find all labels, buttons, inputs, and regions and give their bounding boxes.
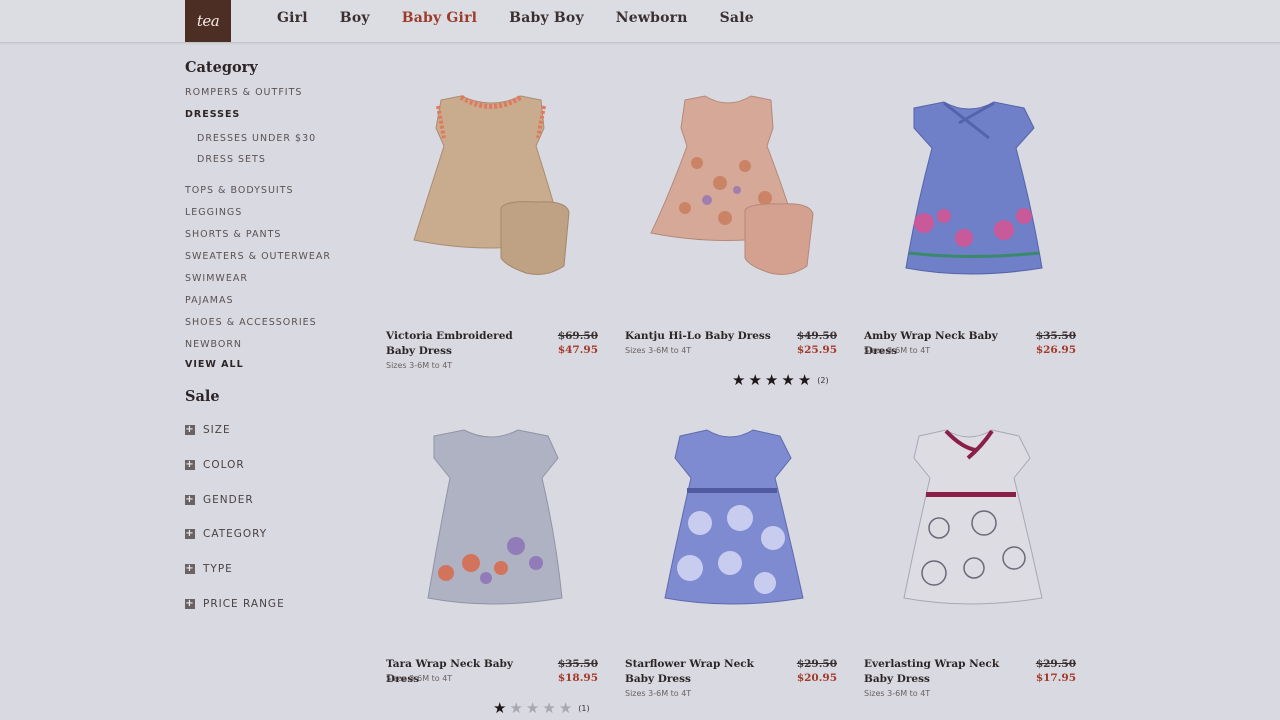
- nav-sale[interactable]: Sale: [720, 10, 754, 26]
- star-icon: ★: [558, 699, 573, 717]
- sale-price: $17.95: [1035, 672, 1076, 684]
- star-icon: ★: [764, 371, 779, 389]
- review-count: (2): [817, 376, 829, 385]
- star-rating[interactable]: ★ ★ ★ ★ ★ (2): [732, 373, 829, 388]
- original-price: $35.50: [1035, 330, 1076, 342]
- nav-baby-girl[interactable]: Baby Girl: [402, 10, 477, 26]
- nav-newborn[interactable]: Newborn: [616, 10, 688, 26]
- star-icon: ★: [542, 699, 556, 717]
- product-card[interactable]: Tara Wrap Neck Baby Dress $35.50 $18.95 …: [386, 418, 598, 718]
- category-sweaters-outerwear[interactable]: SWEATERS & OUTERWEAR: [185, 251, 331, 262]
- facet-label: TYPE: [203, 563, 233, 575]
- category-pajamas[interactable]: PAJAMAS: [185, 295, 233, 306]
- tea-logo[interactable]: tea: [185, 0, 231, 42]
- facet-label: COLOR: [203, 459, 245, 471]
- star-icon: ★: [797, 371, 812, 389]
- category-dresses[interactable]: DRESSES: [185, 109, 240, 120]
- sale-price: $25.95: [796, 344, 837, 356]
- star-icon: ★: [781, 371, 795, 389]
- star-icon: ★: [509, 699, 523, 717]
- category-shorts-pants[interactable]: SHORTS & PANTS: [185, 229, 281, 240]
- star-icon: ★: [525, 699, 540, 717]
- review-count: (1): [578, 704, 590, 713]
- nav-boy[interactable]: Boy: [340, 10, 370, 26]
- floral-dress-icon: [650, 95, 814, 275]
- nav-baby-boy[interactable]: Baby Boy: [509, 10, 584, 26]
- category-dresses-under-30[interactable]: DRESSES UNDER $30: [197, 133, 316, 144]
- sale-heading: Sale: [185, 388, 220, 405]
- white-botanical-dress-icon: [903, 429, 1043, 605]
- product-name[interactable]: Kantju Hi-Lo Baby Dress: [625, 329, 775, 344]
- sale-price: $26.95: [1035, 344, 1076, 356]
- original-price: $35.50: [557, 658, 598, 670]
- category-newborn[interactable]: NEWBORN: [185, 339, 242, 350]
- plus-icon: +: [185, 424, 195, 435]
- facet-size[interactable]: + SIZE: [185, 424, 231, 436]
- product-image[interactable]: [864, 418, 1076, 638]
- star-icon: ★: [493, 699, 507, 717]
- sale-price: $18.95: [557, 672, 598, 684]
- size-range: Sizes 3-6M to 4T: [625, 689, 692, 698]
- product-image[interactable]: [625, 418, 837, 638]
- size-range: Sizes 3-6M to 4T: [625, 346, 692, 355]
- original-price: $29.50: [796, 658, 837, 670]
- product-image[interactable]: [625, 88, 837, 308]
- original-price: $29.50: [1035, 658, 1076, 670]
- original-price: $69.50: [557, 330, 598, 342]
- size-range: Sizes 3-6M to 4T: [386, 361, 453, 370]
- plus-icon: +: [185, 563, 195, 574]
- category-tops-bodysuits[interactable]: TOPS & BODYSUITS: [185, 185, 294, 196]
- product-card[interactable]: Kantju Hi-Lo Baby Dress $49.50 $25.95 Si…: [625, 88, 837, 393]
- product-image[interactable]: [386, 418, 598, 638]
- facet-gender[interactable]: + GENDER: [185, 494, 254, 506]
- size-range: Sizes 3-6M to 4T: [386, 674, 453, 683]
- category-heading: Category: [185, 59, 258, 76]
- blue-starflower-dress-icon: [664, 429, 804, 605]
- beige-dress-icon: [413, 94, 570, 275]
- star-icon: ★: [732, 371, 746, 389]
- product-card[interactable]: Amby Wrap Neck Baby Dress $35.50 $26.95 …: [864, 88, 1076, 378]
- category-view-all[interactable]: VIEW ALL: [185, 359, 244, 370]
- category-swimwear[interactable]: SWIMWEAR: [185, 273, 248, 284]
- plus-icon: +: [185, 459, 195, 470]
- facet-label: SIZE: [203, 424, 231, 436]
- main-nav: Girl Boy Baby Girl Baby Boy Newborn Sale: [277, 10, 786, 26]
- sale-price: $20.95: [796, 672, 837, 684]
- size-range: Sizes 3-6M to 4T: [864, 346, 931, 355]
- product-name[interactable]: Everlasting Wrap Neck Baby Dress: [864, 657, 1014, 687]
- grey-dress-icon: [427, 429, 563, 605]
- sale-price: $47.95: [557, 344, 598, 356]
- plus-icon: +: [185, 598, 195, 609]
- product-card[interactable]: Everlasting Wrap Neck Baby Dress $29.50 …: [864, 418, 1076, 708]
- plus-icon: +: [185, 528, 195, 539]
- nav-girl[interactable]: Girl: [277, 10, 308, 26]
- facet-price-range[interactable]: + PRICE RANGE: [185, 598, 285, 610]
- facet-label: GENDER: [203, 494, 254, 506]
- star-icon: ★: [748, 371, 762, 389]
- site-header: tea Girl Boy Baby Girl Baby Boy Newborn …: [0, 0, 1280, 43]
- product-card[interactable]: Starflower Wrap Neck Baby Dress $29.50 $…: [625, 418, 837, 708]
- category-shoes-accessories[interactable]: SHOES & ACCESSORIES: [185, 317, 317, 328]
- product-name[interactable]: Victoria Embroidered Baby Dress: [386, 329, 536, 359]
- product-image[interactable]: [864, 88, 1076, 308]
- star-rating[interactable]: ★ ★ ★ ★ ★ (1): [493, 701, 590, 716]
- facet-label: PRICE RANGE: [203, 598, 285, 610]
- facet-type[interactable]: + TYPE: [185, 563, 233, 575]
- facet-category[interactable]: + CATEGORY: [185, 528, 267, 540]
- plus-icon: +: [185, 494, 195, 505]
- original-price: $49.50: [796, 330, 837, 342]
- size-range: Sizes 3-6M to 4T: [864, 689, 931, 698]
- blue-dress-icon: [905, 101, 1043, 275]
- category-rompers-outfits[interactable]: ROMPERS & OUTFITS: [185, 87, 302, 98]
- category-leggings[interactable]: LEGGINGS: [185, 207, 242, 218]
- facet-color[interactable]: + COLOR: [185, 459, 245, 471]
- product-card[interactable]: Victoria Embroidered Baby Dress $69.50 $…: [386, 88, 598, 378]
- category-dress-sets[interactable]: DRESS SETS: [197, 154, 266, 165]
- product-name[interactable]: Starflower Wrap Neck Baby Dress: [625, 657, 775, 687]
- facet-label: CATEGORY: [203, 528, 268, 540]
- product-image[interactable]: [386, 88, 598, 308]
